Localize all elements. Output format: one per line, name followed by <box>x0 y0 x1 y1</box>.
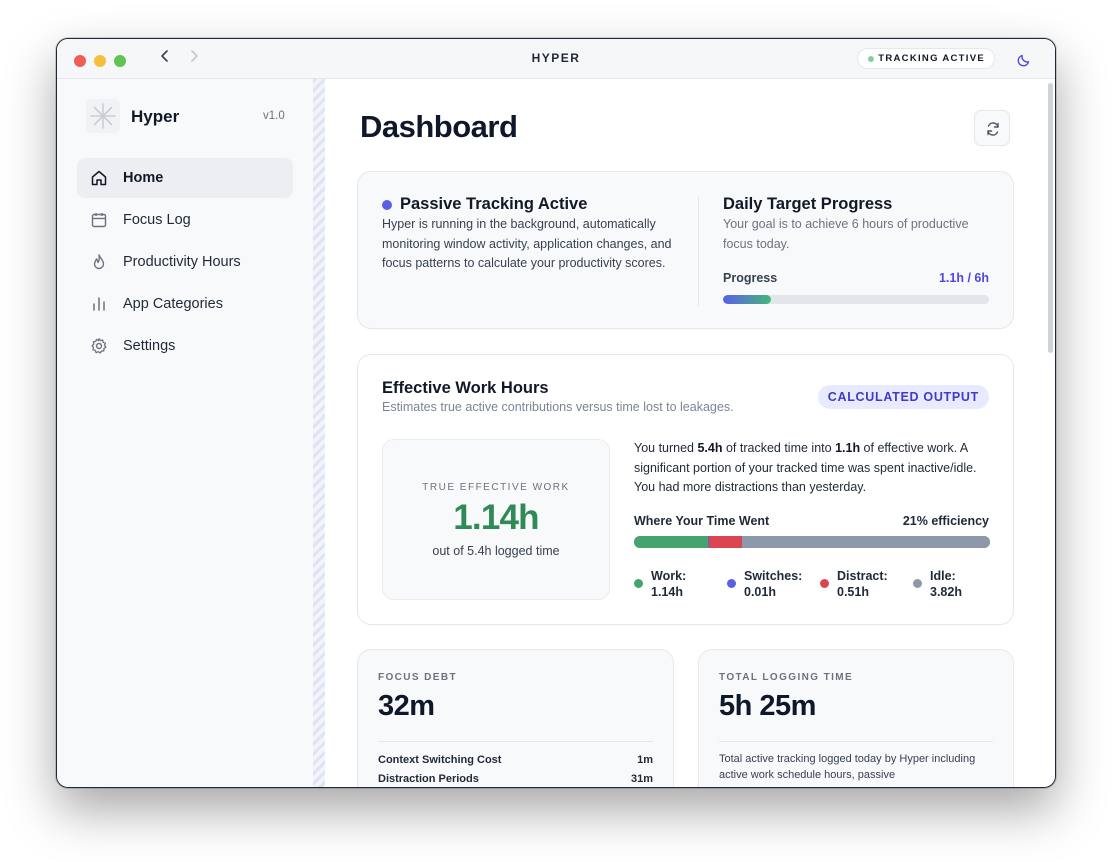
calendar-icon <box>90 211 108 229</box>
legend-dot-icon <box>727 579 736 588</box>
active-dot-icon <box>382 200 392 210</box>
tracking-description: Hyper is running in the background, auto… <box>382 217 672 270</box>
metric-value: 1.14h <box>453 498 539 537</box>
moon-icon[interactable] <box>1017 51 1033 67</box>
legend-text: Idle: 3.82h <box>930 568 962 600</box>
metric-label: TRUE EFFECTIVE WORK <box>422 482 570 493</box>
summary-tracked-value: 5.4h <box>697 441 723 455</box>
time-segment-idle <box>741 536 990 548</box>
context-switching-value: 1m <box>637 754 653 766</box>
sidebar-item-focus-log[interactable]: Focus Log <box>77 200 293 240</box>
main-content: Dashboard Passive Tracking Active Hyper … <box>325 79 1055 787</box>
sidebar-item-app-categories[interactable]: App Categories <box>77 284 293 324</box>
breakdown-label: Where Your Time Went <box>634 514 770 528</box>
scrollbar[interactable] <box>1048 83 1053 353</box>
tracking-status-badge: TRACKING ACTIVE <box>857 48 995 69</box>
distraction-periods-label: Distraction Periods <box>378 773 479 785</box>
legend-label: Idle: <box>930 569 956 583</box>
efficiency-value: 21% efficiency <box>902 514 989 528</box>
legend-value: 1.14h <box>651 585 683 599</box>
version-label: v1.0 <box>263 110 285 122</box>
progress-bar <box>723 295 989 304</box>
effective-work-card: Effective Work Hours Estimates true acti… <box>357 354 1014 625</box>
sidebar-item-home[interactable]: Home <box>77 158 293 198</box>
context-switching-label: Context Switching Cost <box>378 754 502 766</box>
total-logging-value: 5h 25m <box>719 690 816 722</box>
hyper-logo-icon <box>86 99 120 133</box>
target-description: Your goal is to achieve 6 hours of produ… <box>723 217 969 251</box>
true-effective-work-box: TRUE EFFECTIVE WORK 1.14h out of 5.4h lo… <box>382 439 610 600</box>
target-title: Daily Target Progress <box>723 195 893 213</box>
status-dot-icon <box>868 56 875 62</box>
card-divider <box>698 196 699 306</box>
progress-label: Progress <box>723 271 778 285</box>
summary-text: of tracked time into <box>722 441 836 455</box>
page-title: Dashboard <box>360 109 518 144</box>
progress-fill <box>723 295 771 304</box>
sidebar-item-label: Productivity Hours <box>123 254 241 270</box>
legend-text: Distract: 0.51h <box>837 568 888 600</box>
refresh-icon <box>987 122 999 136</box>
legend-dot-icon <box>634 579 643 588</box>
summary-effective-value: 1.1h <box>835 441 861 455</box>
distraction-periods-value: 31m <box>630 773 653 785</box>
effective-work-title: Effective Work Hours <box>382 379 549 397</box>
tracking-title: Passive Tracking Active <box>400 195 588 213</box>
sidebar-item-settings[interactable]: Settings <box>77 326 293 366</box>
legend-label: Switches: <box>744 569 803 583</box>
time-segment-distract <box>708 536 742 548</box>
tracking-status-label: TRACKING ACTIVE <box>878 53 985 64</box>
divider <box>378 741 653 742</box>
sidebar-item-productivity-hours[interactable]: Productivity Hours <box>77 242 293 282</box>
sidebar-divider[interactable] <box>313 79 325 787</box>
legend-dot-icon <box>913 579 922 588</box>
gear-icon <box>90 337 108 355</box>
total-logging-card: TOTAL LOGGING TIME 5h 25m Total active t… <box>698 649 1014 787</box>
sidebar-item-label: App Categories <box>123 296 223 312</box>
metric-subtext: out of 5.4h logged time <box>432 544 560 558</box>
focus-debt-label: FOCUS DEBT <box>378 672 457 683</box>
flame-icon <box>90 253 108 271</box>
brand-name: Hyper <box>131 107 180 126</box>
summary-text: You turned <box>634 441 698 455</box>
sidebar-item-label: Focus Log <box>123 212 191 228</box>
total-logging-label: TOTAL LOGGING TIME <box>719 672 854 683</box>
refresh-button[interactable] <box>974 110 1010 146</box>
legend-label: Work: <box>651 569 687 583</box>
tracking-card: Passive Tracking Active Hyper is running… <box>357 171 1014 329</box>
legend-text: Work: 1.14h <box>651 568 686 600</box>
legend-dot-icon <box>820 579 829 588</box>
bar-chart-icon <box>90 295 108 313</box>
focus-debt-card: FOCUS DEBT 32m Context Switching Cost 1m… <box>357 649 674 787</box>
total-logging-description: Total active tracking logged today by Hy… <box>719 753 976 781</box>
focus-debt-value: 32m <box>378 690 435 722</box>
legend-label: Distract: <box>837 569 888 583</box>
sidebar-item-label: Settings <box>123 338 176 354</box>
divider <box>719 741 993 742</box>
legend-value: 0.01h <box>744 585 776 599</box>
legend-value: 0.51h <box>837 585 869 599</box>
sidebar-item-label: Home <box>123 170 164 186</box>
progress-value: 1.1h / 6h <box>938 271 989 285</box>
time-segment-work <box>634 536 709 548</box>
title-bar: HYPER TRACKING ACTIVE <box>57 39 1055 79</box>
app-window: HYPER TRACKING ACTIVE Hyper v1.0 Home Fo… <box>56 38 1056 788</box>
legend-text: Switches: 0.01h <box>744 568 802 600</box>
home-icon <box>90 169 108 187</box>
effective-work-subtitle: Estimates true active contributions vers… <box>382 400 734 414</box>
work-summary: You turned 5.4h of tracked time into 1.1… <box>634 439 994 498</box>
calculated-output-badge: CALCULATED OUTPUT <box>817 385 989 409</box>
legend-value: 3.82h <box>930 585 962 599</box>
time-breakdown-bar <box>634 536 990 548</box>
sidebar: Hyper v1.0 Home Focus Log Productivity H… <box>57 79 313 787</box>
